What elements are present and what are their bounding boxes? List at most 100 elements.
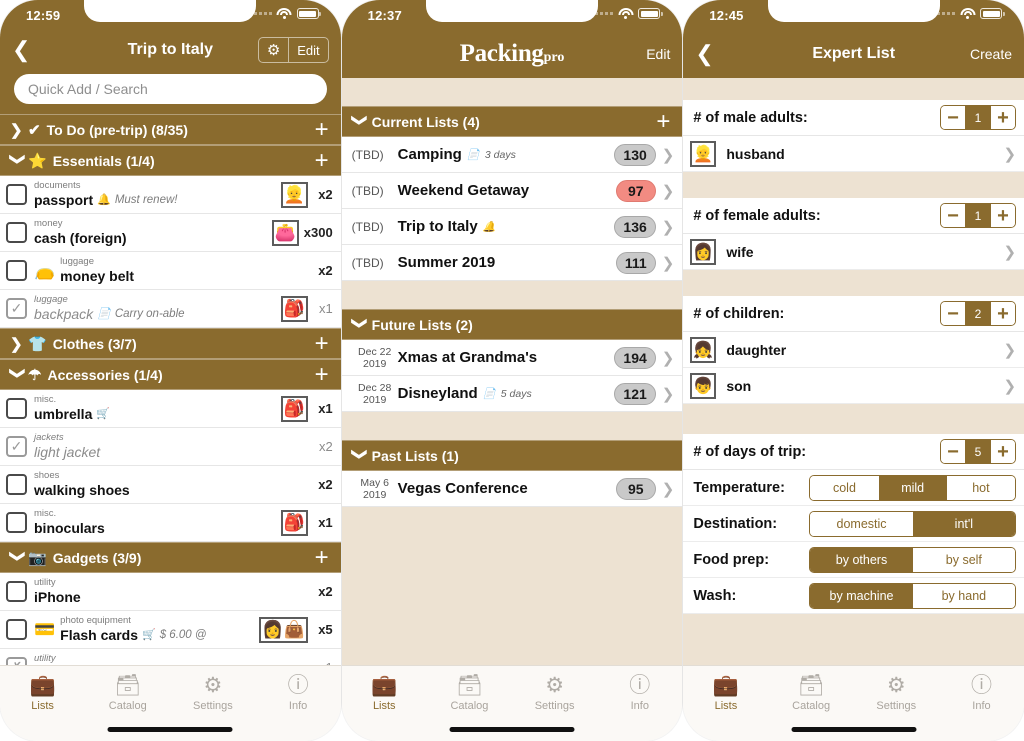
trip-item-list[interactable]: ❯ ✔ To Do (pre-trip) (8/35) + ❯ ⭐ Essent… [0, 114, 341, 741]
decrement-button[interactable]: − [941, 204, 966, 227]
back-chevron-icon[interactable]: ❮ [695, 43, 717, 65]
tab-settings[interactable]: ⚙ Settings [512, 674, 597, 712]
chevron-right-icon[interactable]: ❯ [662, 218, 675, 236]
section-header-past-lists[interactable]: ❯ Past Lists (1) [341, 440, 683, 471]
person-row[interactable]: 👩 wife ❯ [683, 234, 1024, 270]
chevron-right-icon[interactable]: ❯ [10, 335, 26, 353]
item-thumbnail[interactable]: 👩👜 [259, 616, 308, 643]
item-thumbnail[interactable]: 👛 [271, 219, 299, 246]
chevron-right-icon[interactable]: ❯ [662, 480, 675, 498]
edit-button[interactable]: Edit [288, 38, 327, 62]
table-row[interactable]: misc. umbrella 🛒 🎒 x1 [0, 390, 341, 428]
segmented-control-destination[interactable]: domestic int'l [809, 510, 1017, 537]
tab-info[interactable]: ⓘ Info [597, 674, 682, 712]
item-checkbox[interactable] [6, 619, 27, 640]
quantity-stepper[interactable]: − 2 + [940, 301, 1017, 326]
tab-catalog[interactable]: 🗃 Catalog [427, 674, 512, 712]
chevron-right-icon[interactable]: ❯ [1003, 377, 1016, 395]
item-checkbox[interactable] [6, 398, 27, 419]
edit-button[interactable]: Edit [646, 46, 670, 62]
person-row[interactable]: 👧 daughter ❯ [683, 332, 1024, 368]
section-header-clothes[interactable]: ❯ 👕 Clothes (3/7) + [0, 328, 341, 359]
item-checkbox[interactable] [6, 184, 27, 205]
segment-option[interactable]: cold [810, 475, 879, 500]
person-row[interactable]: 👱 husband ❯ [683, 136, 1024, 172]
table-row[interactable]: 👝 luggage money belt x2 [0, 252, 341, 290]
section-header-essentials[interactable]: ❯ ⭐ Essentials (1/4) + [0, 145, 341, 176]
list-item[interactable]: Dec 22 2019 Xmas at Grandma's 194 ❯ [341, 340, 683, 376]
chevron-right-icon[interactable]: ❯ [1003, 341, 1016, 359]
item-thumbnail[interactable]: 🎒 [280, 395, 308, 422]
list-item[interactable]: (TBD) Camping 📄 3 days 130 ❯ [341, 137, 683, 173]
increment-button[interactable]: + [991, 106, 1016, 129]
tab-lists[interactable]: 💼 Lists [0, 674, 85, 712]
back-chevron-icon[interactable]: ❮ [12, 39, 34, 61]
tab-info[interactable]: ⓘ Info [256, 674, 341, 712]
chevron-right-icon[interactable]: ❯ [662, 254, 675, 272]
tab-settings[interactable]: ⚙ Settings [854, 674, 939, 712]
segment-option[interactable]: by hand [912, 583, 1016, 608]
increment-button[interactable]: + [991, 204, 1016, 227]
tab-lists[interactable]: 💼 Lists [342, 674, 427, 712]
section-header-accessories[interactable]: ❯ ☂ Accessories (1/4) + [0, 359, 341, 390]
segment-option-selected[interactable]: int'l [912, 511, 1016, 536]
tab-catalog[interactable]: 🗃 Catalog [85, 674, 170, 712]
item-checkbox[interactable] [6, 512, 27, 533]
chevron-right-icon[interactable]: ❯ [662, 182, 675, 200]
table-row[interactable]: ✓ jackets light jacket x2 [0, 428, 341, 466]
table-row[interactable]: misc. binoculars 🎒 x1 [0, 504, 341, 542]
quantity-stepper[interactable]: − 5 + [940, 439, 1017, 464]
table-row[interactable]: documents passport 🔔 Must renew! 👱 x2 [0, 176, 341, 214]
segmented-control-temperature[interactable]: cold mild hot [809, 474, 1017, 501]
tab-catalog[interactable]: 🗃 Catalog [769, 674, 854, 712]
segment-option[interactable]: hot [946, 475, 1015, 500]
chevron-right-icon[interactable]: ❯ [662, 349, 675, 367]
quantity-stepper[interactable]: − 1 + [940, 105, 1017, 130]
tab-info[interactable]: ⓘ Info [939, 674, 1024, 712]
quantity-stepper[interactable]: − 1 + [940, 203, 1017, 228]
chevron-right-icon[interactable]: ❯ [662, 146, 675, 164]
list-item[interactable]: May 6 2019 Vegas Conference 95 ❯ [341, 471, 683, 507]
item-checkbox[interactable] [6, 260, 27, 281]
increment-button[interactable]: + [991, 440, 1016, 463]
chevron-down-icon[interactable]: ❯ [9, 367, 27, 383]
decrement-button[interactable]: − [941, 106, 966, 129]
add-list-button[interactable]: + [656, 109, 670, 134]
table-row[interactable]: ✓ luggage backpack 📄 Carry on-able � [0, 290, 341, 328]
item-checkbox[interactable]: ✓ [6, 298, 27, 319]
section-header-future-lists[interactable]: ❯ Future Lists (2) [341, 309, 683, 340]
chevron-down-icon[interactable]: ❯ [351, 448, 369, 464]
add-item-button[interactable]: + [315, 362, 329, 387]
add-item-button[interactable]: + [315, 331, 329, 356]
create-button[interactable]: Create [970, 46, 1012, 62]
chevron-down-icon[interactable]: ❯ [351, 114, 369, 130]
increment-button[interactable]: + [991, 302, 1016, 325]
item-checkbox[interactable] [6, 474, 27, 495]
table-row[interactable]: utility iPhone x2 [0, 573, 341, 611]
section-header-todo[interactable]: ❯ ✔ To Do (pre-trip) (8/35) + [0, 114, 341, 145]
item-thumbnail[interactable]: 🎒 [280, 509, 308, 536]
tab-settings[interactable]: ⚙ Settings [170, 674, 255, 712]
item-checkbox[interactable] [6, 222, 27, 243]
search-input[interactable]: Quick Add / Search [14, 74, 327, 104]
segment-option-selected[interactable]: by others [810, 547, 913, 572]
add-item-button[interactable]: + [315, 117, 329, 142]
item-checkbox[interactable]: ✓ [6, 436, 27, 457]
add-item-button[interactable]: + [315, 148, 329, 173]
table-row[interactable]: 💳 photo equipment Flash cards 🛒 $ 6.00 @… [0, 611, 341, 649]
decrement-button[interactable]: − [941, 302, 966, 325]
segment-option[interactable]: domestic [810, 511, 913, 536]
lists-collection[interactable]: ❯ Current Lists (4) + (TBD) Camping 📄 3 … [341, 78, 683, 741]
item-checkbox[interactable] [6, 581, 27, 602]
chevron-right-icon[interactable]: ❯ [10, 121, 26, 139]
add-item-button[interactable]: + [315, 545, 329, 570]
segment-option-selected[interactable]: by machine [810, 583, 913, 608]
person-row[interactable]: 👦 son ❯ [683, 368, 1024, 404]
list-item[interactable]: (TBD) Summer 2019 111 ❯ [341, 245, 683, 281]
item-thumbnail[interactable]: 👱 [280, 181, 308, 208]
segmented-control-wash[interactable]: by machine by hand [809, 582, 1017, 609]
section-header-gadgets[interactable]: ❯ 📷 Gadgets (3/9) + [0, 542, 341, 573]
list-item[interactable]: Dec 28 2019 Disneyland 📄 5 days 121 ❯ [341, 376, 683, 412]
segment-option-selected[interactable]: mild [878, 475, 947, 500]
decrement-button[interactable]: − [941, 440, 966, 463]
